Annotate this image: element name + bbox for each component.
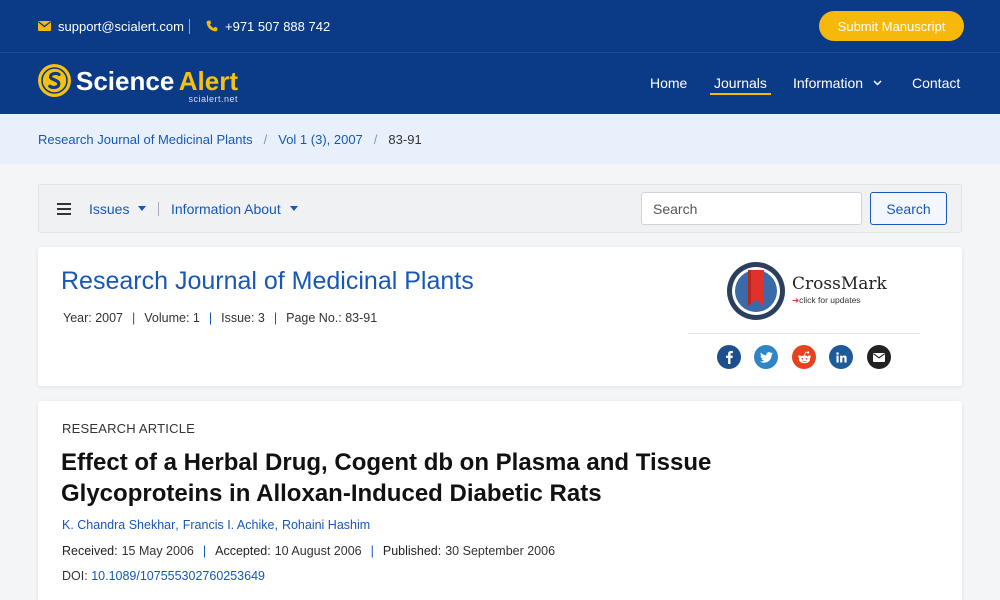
author-link[interactable]: K. Chandra Shekhar (62, 518, 175, 532)
published-date: 30 September 2006 (445, 544, 556, 558)
contact-divider (189, 19, 190, 34)
caret-down-icon (289, 206, 298, 211)
nav-contact-label: Contact (912, 75, 961, 91)
article-type: RESEARCH ARTICLE (62, 421, 195, 436)
logo-word-alert: Alert (178, 65, 238, 96)
hamburger-menu-icon[interactable] (57, 203, 71, 215)
caret-down-icon (138, 206, 147, 211)
crossmark-subtitle: ➔click for updates (792, 295, 887, 306)
nav-home-label: Home (650, 75, 688, 91)
logo-word-science: Science (76, 65, 175, 96)
reddit-icon[interactable] (792, 345, 816, 369)
author-link[interactable]: Francis I. Achike (183, 518, 275, 532)
breadcrumb: Research Journal of Medicinal Plants / V… (38, 114, 422, 164)
contact-phone[interactable]: +971 507 888 742 (206, 0, 330, 52)
crossmark-badge[interactable]: CrossMark ➔click for updates (726, 261, 887, 321)
crossmark-subtitle-text: click for updates (799, 295, 861, 305)
issues-dropdown[interactable]: Issues (89, 185, 147, 232)
journal-title[interactable]: Research Journal of Medicinal Plants (61, 267, 474, 296)
meta-year: Year: 2007 (63, 311, 124, 325)
breadcrumb-journal[interactable]: Research Journal of Medicinal Plants (38, 132, 253, 147)
received-date: 15 May 2006 (121, 544, 194, 558)
nav-contact[interactable]: Contact (912, 53, 960, 113)
journal-meta: Year: 2007 | Volume: 1 | Issue: 3 | Page… (63, 311, 377, 325)
accepted-label: Accepted: (215, 544, 271, 558)
doi-link[interactable]: 10.1089/107555302760253649 (91, 569, 265, 583)
information-about-label: Information About (171, 200, 281, 217)
author-separator: , (175, 518, 179, 532)
journal-info-card: Research Journal of Medicinal Plants Yea… (38, 247, 962, 386)
accepted-date: 10 August 2006 (274, 544, 362, 558)
meta-volume: Volume: 1 (144, 311, 200, 325)
share-divider (688, 333, 920, 334)
crossmark-text: CrossMark ➔click for updates (792, 276, 887, 306)
meta-divider: | (132, 311, 136, 325)
article-authors: K. Chandra Shekhar, Francis I. Achike, R… (62, 518, 370, 532)
chevron-down-icon (873, 80, 882, 86)
breadcrumb-current: 83-91 (388, 131, 422, 147)
nav-journals-label: Journals (714, 75, 767, 91)
meta-divider: | (208, 311, 213, 325)
nav-home[interactable]: Home (650, 53, 687, 113)
nav-information-label: Information (793, 75, 864, 91)
received-label: Received: (62, 544, 118, 558)
email-icon[interactable] (867, 345, 891, 369)
science-alert-logo[interactable]: Science Alert scialert.net (38, 64, 238, 104)
search-input[interactable] (641, 192, 862, 225)
issues-label: Issues (89, 200, 130, 217)
meta-issue: Issue: 3 (221, 311, 265, 325)
main-navbar: Science Alert scialert.net Home Journals… (0, 52, 1000, 114)
subnav-divider (158, 202, 159, 216)
logo-s-icon (38, 64, 71, 97)
crossmark-icon (727, 262, 785, 320)
twitter-icon[interactable] (754, 345, 778, 369)
crossmark-title: CrossMark (792, 274, 887, 294)
logo-subtitle: scialert.net (188, 93, 238, 104)
logo-wordmark: Science Alert scialert.net (76, 65, 238, 104)
nav-information[interactable]: Information (793, 53, 882, 113)
envelope-icon (38, 21, 51, 31)
dates-divider: | (202, 544, 207, 558)
contact-email[interactable]: support@scialert.com (38, 0, 184, 52)
phone-icon (206, 20, 218, 32)
journal-subnav: Issues Information About Search (38, 184, 962, 233)
author-separator: , (274, 518, 278, 532)
search-button[interactable]: Search (870, 192, 947, 225)
dates-divider: | (370, 544, 374, 558)
email-text: support@scialert.com (58, 18, 184, 34)
article-card: RESEARCH ARTICLE Effect of a Herbal Drug… (38, 401, 962, 600)
meta-pages: Page No.: 83-91 (286, 311, 378, 325)
breadcrumb-band: Research Journal of Medicinal Plants / V… (0, 114, 1000, 164)
top-bar: support@scialert.com +971 507 888 742 Su… (0, 0, 1000, 52)
linkedin-icon[interactable] (829, 345, 853, 369)
nav-journals[interactable]: Journals (710, 53, 771, 113)
doi-label: DOI: (62, 569, 88, 583)
meta-divider: | (273, 311, 278, 325)
article-dates: Received: 15 May 2006 | Accepted: 10 Aug… (62, 544, 555, 558)
submit-manuscript-button[interactable]: Submit Manuscript (819, 11, 964, 41)
breadcrumb-volume[interactable]: Vol 1 (3), 2007 (278, 132, 363, 147)
article-doi: DOI: 10.1089/107555302760253649 (62, 569, 265, 583)
breadcrumb-separator: / (263, 131, 268, 147)
phone-text: +971 507 888 742 (225, 18, 331, 34)
published-label: Published: (382, 544, 442, 558)
breadcrumb-separator: / (373, 131, 378, 147)
author-link[interactable]: Rohaini Hashim (282, 518, 370, 532)
information-about-dropdown[interactable]: Information About (171, 185, 298, 232)
article-title: Effect of a Herbal Drug, Cogent db on Pl… (61, 449, 712, 507)
facebook-icon[interactable] (717, 345, 741, 369)
nav-active-indicator (710, 93, 771, 95)
